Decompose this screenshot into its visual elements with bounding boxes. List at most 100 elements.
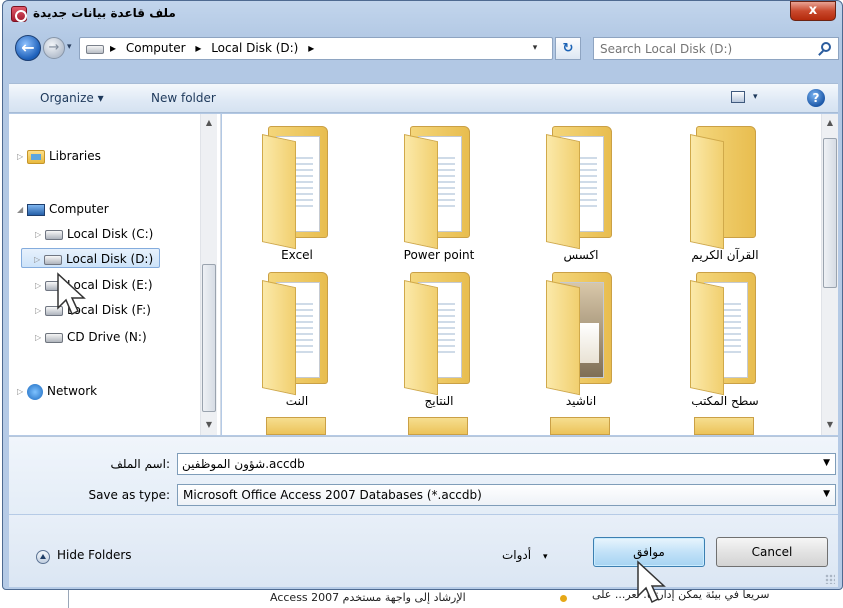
sidebar-item-computer[interactable]: ◢ Computer xyxy=(17,199,109,219)
background-document: الإرشاد إلى واجهة مستخدم Access 2007 سري… xyxy=(0,588,843,608)
content-scrollbar[interactable]: ▲ ▼ xyxy=(821,114,838,435)
filename-input[interactable] xyxy=(182,456,802,472)
sidebar-item-cd-drive-n[interactable]: ▷ CD Drive (N:) xyxy=(35,327,147,347)
folder-icon[interactable] xyxy=(266,417,326,435)
breadcrumb: ▸ Computer ▸ Local Disk (D:) ▸ xyxy=(110,41,320,55)
expand-arrow-icon[interactable]: ▷ xyxy=(17,382,27,402)
folder-icon xyxy=(262,126,332,250)
chevron-down-icon[interactable]: ▼ xyxy=(823,489,830,499)
search-input[interactable] xyxy=(600,40,800,57)
navigation-row: ← → ▾ ▸ Computer ▸ Local Disk (D:) ▸ ▾ ↻ xyxy=(3,29,842,63)
file-list-pane: Excel Power point اكسس القرآن الكريم الن… xyxy=(222,114,838,435)
address-bar[interactable]: ▸ Computer ▸ Local Disk (D:) ▸ ▾ xyxy=(79,37,553,60)
help-icon[interactable]: ? xyxy=(807,89,825,107)
network-icon xyxy=(27,383,43,400)
breadcrumb-separator[interactable]: ▸ xyxy=(308,41,314,55)
drive-icon xyxy=(44,254,62,265)
sidebar-item-local-disk-d[interactable]: ▷ Local Disk (D:) xyxy=(21,248,161,270)
expand-arrow-icon[interactable]: ▷ xyxy=(35,301,45,321)
sidebar-item-local-disk-e[interactable]: ▷ Local Disk (E:) xyxy=(35,275,153,295)
expand-arrow-icon[interactable]: ▷ xyxy=(35,276,45,296)
folder-icon[interactable] xyxy=(694,417,754,435)
folder-name: سطح المكتب xyxy=(691,394,759,408)
resize-grip[interactable] xyxy=(825,574,835,584)
view-dropdown[interactable]: ▾ xyxy=(753,92,758,102)
sidebar-item-libraries[interactable]: ▷ Libraries xyxy=(17,146,101,166)
collapse-arrow-icon[interactable]: ◢ xyxy=(17,200,27,220)
sidebar-item-label: Computer xyxy=(49,202,109,216)
folder-name: النت xyxy=(285,394,309,408)
sidebar-item-label: Local Disk (D:) xyxy=(66,252,154,266)
view-options-icon[interactable] xyxy=(731,91,745,103)
search-box[interactable] xyxy=(593,37,839,60)
folder-name: Power point xyxy=(403,248,475,262)
search-icon[interactable] xyxy=(821,42,831,52)
address-dropdown[interactable]: ▾ xyxy=(520,38,550,59)
save-form: اسم الملف: ▼ Save as type: Microsoft Off… xyxy=(9,436,838,514)
expand-arrow-icon[interactable]: ▷ xyxy=(35,328,45,348)
chevron-down-icon[interactable]: ▼ xyxy=(823,458,830,468)
expand-arrow-icon[interactable]: ▷ xyxy=(17,147,27,167)
breadcrumb-separator[interactable]: ▸ xyxy=(110,41,116,55)
folder-icon[interactable] xyxy=(408,417,468,435)
tools-menu[interactable]: أدوات ▾ xyxy=(502,548,547,562)
expand-arrow-icon[interactable]: ▷ xyxy=(34,250,44,270)
folder-icon xyxy=(404,126,474,250)
folder-icon[interactable] xyxy=(550,417,610,435)
dialog-footer: Hide Folders أدوات ▾ موافق Cancel xyxy=(9,515,838,587)
close-button[interactable]: x xyxy=(790,1,836,21)
scroll-up-arrow-icon[interactable]: ▲ xyxy=(822,118,838,127)
forward-button[interactable]: → xyxy=(43,37,65,59)
collapse-up-icon[interactable] xyxy=(36,550,50,564)
sidebar-item-local-disk-c[interactable]: ▷ Local Disk (C:) xyxy=(35,224,153,244)
new-folder-button[interactable]: New folder xyxy=(151,91,216,105)
cancel-button[interactable]: Cancel xyxy=(716,537,828,567)
recent-locations-dropdown[interactable]: ▾ xyxy=(67,42,72,52)
title-bar[interactable]: ملف قاعدة بيانات جديدة x xyxy=(3,1,842,27)
savetype-value: Microsoft Office Access 2007 Databases (… xyxy=(183,488,482,502)
chevron-down-icon: ▾ xyxy=(542,552,548,562)
sidebar-item-local-disk-f[interactable]: ▷ Local Disk (F:) xyxy=(35,300,151,320)
sidebar-item-label: CD Drive (N:) xyxy=(67,330,147,344)
nav-scrollbar-thumb[interactable] xyxy=(202,264,216,412)
breadcrumb-local-disk-d[interactable]: Local Disk (D:) xyxy=(211,41,298,55)
scroll-up-arrow-icon[interactable]: ▲ xyxy=(201,118,217,127)
save-dialog: ملف قاعدة بيانات جديدة x ← → ▾ ▸ Compute… xyxy=(2,0,843,590)
cd-drive-icon xyxy=(45,332,63,343)
computer-icon xyxy=(27,203,45,216)
drive-icon xyxy=(45,229,63,240)
tools-label: أدوات xyxy=(502,548,532,562)
savetype-select[interactable]: Microsoft Office Access 2007 Databases (… xyxy=(177,484,836,506)
sidebar-item-label: Libraries xyxy=(49,149,101,163)
access-app-icon xyxy=(11,6,27,22)
organize-button[interactable]: Organize ▾ xyxy=(40,91,104,105)
nav-scrollbar[interactable]: ▲ ▼ xyxy=(200,114,217,435)
content-scrollbar-thumb[interactable] xyxy=(823,138,837,288)
folder-name: اناشيد xyxy=(565,394,597,408)
folder-name: اكسس xyxy=(563,248,599,262)
refresh-button[interactable]: ↻ xyxy=(555,37,581,60)
back-button[interactable]: ← xyxy=(15,35,41,61)
breadcrumb-separator[interactable]: ▸ xyxy=(195,41,201,55)
folder-icon xyxy=(690,272,760,396)
folder-icon xyxy=(546,126,616,250)
breadcrumb-computer[interactable]: Computer xyxy=(126,41,186,55)
scroll-down-arrow-icon[interactable]: ▼ xyxy=(201,420,217,429)
scroll-down-arrow-icon[interactable]: ▼ xyxy=(822,420,838,429)
folder-icon xyxy=(262,272,332,396)
libraries-icon xyxy=(27,149,45,164)
filename-field[interactable]: ▼ xyxy=(177,453,836,475)
expand-arrow-icon[interactable]: ▷ xyxy=(35,225,45,245)
toolbar: Organize ▾ New folder ▾ ? xyxy=(9,83,838,113)
navigation-pane: ▷ Libraries ◢ Computer ▷ Local Disk (C:) ▷ L… xyxy=(9,114,221,435)
folder-icon xyxy=(546,272,616,396)
page-margin-line xyxy=(68,588,69,608)
filename-label: اسم الملف: xyxy=(110,457,170,471)
folder-icon xyxy=(404,272,474,396)
sidebar-item-network[interactable]: ▷ Network xyxy=(17,381,97,401)
hide-folders-button[interactable]: Hide Folders xyxy=(57,548,132,562)
bullet-icon xyxy=(560,595,567,602)
background-text-line: الإرشاد إلى واجهة مستخدم Access 2007 xyxy=(270,591,466,604)
folder-name: Excel xyxy=(281,248,313,262)
folder-name: النتايج xyxy=(424,394,454,408)
